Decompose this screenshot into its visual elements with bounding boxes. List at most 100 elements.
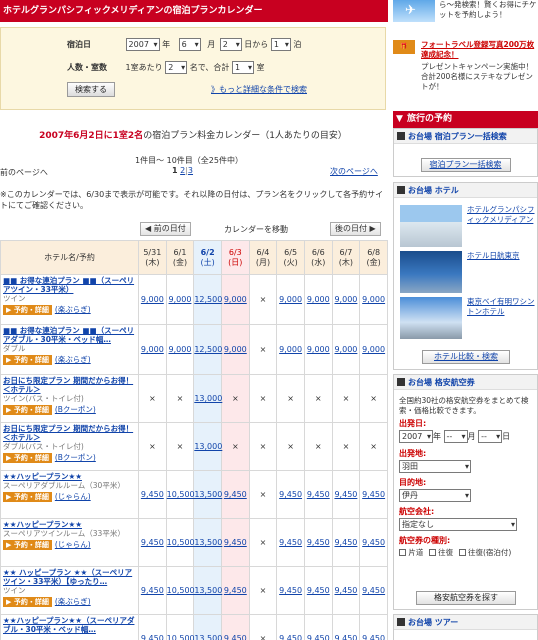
reserve-button[interactable]: ▶ 予約・詳細 [3,540,52,550]
plan-name-link[interactable]: ★★ハッピープラン★★ [3,472,136,481]
price-cell[interactable]: 9,450 [220,614,250,640]
price-cell[interactable]: 9,450 [138,470,167,519]
price-cell[interactable]: 9,450 [138,518,167,567]
price-value[interactable]: 9,450 [141,634,164,640]
price-cell[interactable]: 9,450 [220,518,250,567]
price-value[interactable]: 10,500 [167,490,195,499]
price-value[interactable]: 9,450 [334,538,357,547]
promo-photo[interactable]: 🎁 フォートラベル登録写真200万枚達成記念！ プレゼントキャンペーン実施中！合… [393,40,538,96]
price-cell[interactable]: 10,500 [165,518,195,567]
price-value[interactable]: 9,450 [334,490,357,499]
price-cell[interactable]: 9,450 [359,518,388,567]
price-value[interactable]: 9,000 [307,345,330,354]
price-cell[interactable]: 10,500 [165,566,195,615]
plan-name-link[interactable]: ★★ハッピープラン★★（スーペリアダブル・30平米・ベッド幅… [3,616,136,634]
price-cell[interactable]: 9,450 [359,470,388,519]
price-cell[interactable]: 10,500 [165,470,195,519]
booking-site-link[interactable]: (楽ぶらぎ) [55,597,91,606]
reserve-button[interactable]: ▶ 予約・詳細 [3,405,52,415]
price-cell[interactable]: 9,000 [220,324,250,375]
price-value[interactable]: 9,000 [224,345,247,354]
airline-select[interactable]: 指定なし [399,518,517,531]
price-value[interactable]: 9,450 [141,490,164,499]
price-cell[interactable]: 13,500 [193,566,222,615]
rooms-select[interactable]: 1 [231,61,254,74]
booking-site-link[interactable]: (じゃらん) [55,540,91,549]
price-cell[interactable]: 9,450 [138,566,167,615]
price-cell[interactable]: 9,450 [331,566,361,615]
year-select[interactable]: 2007 [125,38,160,51]
next-page-link[interactable]: 次のページへ [330,166,378,177]
dep-day-select[interactable]: -- [478,430,503,443]
hotel-link-3[interactable]: 東京ベイ有明ワシントンホテル [467,297,535,317]
detail-search-link[interactable]: 》もっと詳細な条件で検索 [211,85,307,94]
price-value[interactable]: 9,450 [362,538,385,547]
plan-name-link[interactable]: ★★ ハッピープラン ★★（スーペリアツイン・33平米）【ゆったり… [3,568,136,586]
price-value[interactable]: 9,000 [362,345,385,354]
price-value[interactable]: 13,500 [194,490,222,499]
price-value[interactable]: 9,000 [169,345,192,354]
price-value[interactable]: 9,450 [141,586,164,595]
price-cell[interactable]: 9,450 [276,566,305,615]
hotel-thumb-1[interactable] [400,205,462,247]
price-value[interactable]: 9,450 [307,634,330,640]
price-value[interactable]: 9,450 [334,634,357,640]
plan-name-link[interactable]: ■■ お得な連泊プラン ■■（スーペリアツイン・33平米） [3,276,136,294]
price-value[interactable]: 12,500 [194,345,222,354]
next-dates-button[interactable]: 後の日付 ▶ [330,222,381,236]
price-cell[interactable]: 9,000 [359,324,388,375]
prev-page-link[interactable]: 前のページへ [0,167,48,178]
price-cell[interactable]: 9,450 [220,470,250,519]
price-cell[interactable]: 10,500 [165,614,195,640]
price-value[interactable]: 9,450 [307,586,330,595]
price-cell[interactable]: 9,450 [303,518,333,567]
price-cell[interactable]: 9,000 [331,324,361,375]
price-cell[interactable]: 9,450 [276,614,305,640]
price-value[interactable]: 9,450 [362,586,385,595]
price-cell[interactable]: 9,000 [138,324,167,375]
booking-site-link[interactable]: (じゃらん) [55,492,91,501]
prev-dates-button[interactable]: ◀ 前の日付 [140,222,191,236]
hotel-compare-button[interactable]: ホテル比較・検索 [422,350,510,364]
price-cell[interactable]: 9,000 [165,324,195,375]
price-cell[interactable]: 9,450 [220,566,250,615]
price-cell[interactable]: 9,450 [359,566,388,615]
reserve-button[interactable]: ▶ 予約・詳細 [3,492,52,502]
booking-site-link[interactable]: (楽ぶらぎ) [55,305,91,314]
price-value[interactable]: 12,500 [194,295,222,304]
price-value[interactable]: 13,500 [194,634,222,640]
price-cell[interactable]: 9,000 [303,274,333,325]
promo-flight[interactable]: ✈ ら～発検索！賢くお得にチケットを予約しよう！ [393,0,538,22]
price-value[interactable]: 9,000 [334,345,357,354]
price-cell[interactable]: 9,000 [331,274,361,325]
hotel-link-1[interactable]: ホテルグランパシフィックメリディアン [467,205,535,225]
plan-name-link[interactable]: お日にち限定プラン 期間だからお得！＜ホテル＞ [3,376,136,394]
reserve-button[interactable]: ▶ 予約・詳細 [3,453,52,463]
month-select[interactable]: 6 [178,38,201,51]
price-value[interactable]: 13,000 [194,442,222,451]
booking-site-link[interactable]: (Bクーポン) [55,453,96,462]
price-cell[interactable]: 9,450 [276,470,305,519]
plan-name-link[interactable]: ■■ お得な連泊プラン ■■（スーペリアダブル・30平米・ベッド幅… [3,326,136,344]
price-value[interactable]: 9,000 [334,295,357,304]
price-value[interactable]: 9,000 [141,345,164,354]
price-cell[interactable]: 13,000 [193,422,222,471]
airfare-search-button[interactable]: 格安航空券を探す [416,591,516,605]
price-value[interactable]: 13,500 [194,538,222,547]
plan-name-link[interactable]: お日にち限定プラン 期間だからお得！＜ホテル＞ [3,424,136,442]
price-cell[interactable]: 12,500 [193,274,222,325]
price-value[interactable]: 9,450 [307,490,330,499]
reserve-button[interactable]: ▶ 予約・詳細 [3,305,52,315]
price-cell[interactable]: 13,500 [193,518,222,567]
price-cell[interactable]: 9,000 [138,274,167,325]
booking-site-link[interactable]: (楽ぶらぎ) [55,355,91,364]
hotel-thumb-2[interactable] [400,251,462,293]
price-value[interactable]: 9,000 [279,345,302,354]
price-value[interactable]: 9,450 [334,586,357,595]
price-value[interactable]: 9,000 [141,295,164,304]
price-cell[interactable]: 9,450 [303,566,333,615]
price-cell[interactable]: 9,450 [359,614,388,640]
price-cell[interactable]: 9,000 [276,324,305,375]
price-cell[interactable]: 9,450 [331,614,361,640]
price-cell[interactable]: 9,450 [303,614,333,640]
